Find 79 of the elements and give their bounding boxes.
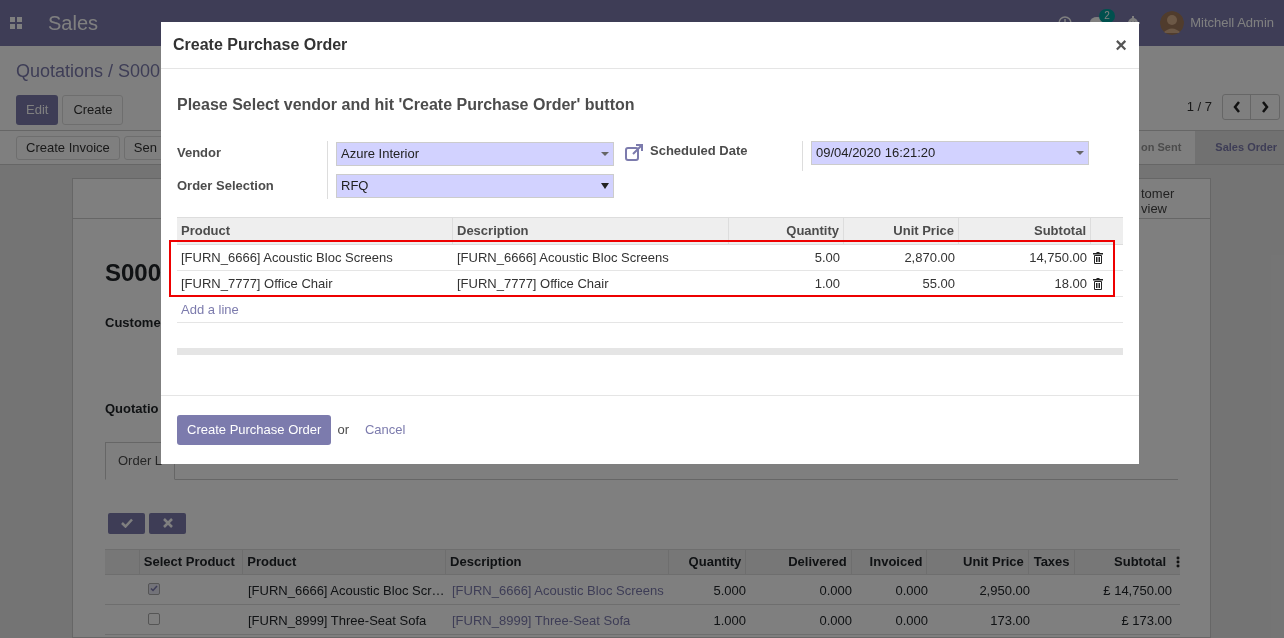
- vendor-select[interactable]: Azure Interior: [336, 142, 614, 166]
- column-header[interactable]: Description: [446, 549, 669, 574]
- discard-button[interactable]: [149, 512, 186, 534]
- check-icon: [150, 585, 158, 592]
- dialog-subtitle: Please Select vendor and hit 'Create Purchase Order' button: [177, 95, 636, 115]
- table-cell: [FURN_6666] Acoustic Bloc Screens: [181, 249, 393, 265]
- external-link-icon[interactable]: [625, 144, 644, 161]
- checkbox[interactable]: [148, 582, 160, 595]
- column-header[interactable]: Delivered: [746, 549, 852, 574]
- column-header[interactable]: Subtotal: [1074, 549, 1171, 574]
- close-button[interactable]: ×: [1115, 35, 1127, 55]
- table-cell: 173.00: [990, 612, 1030, 628]
- caret-icon: [601, 183, 609, 189]
- table-cell: [FURN_6666] Acoustic Bloc Screens: [457, 249, 669, 265]
- table-cell: [FURN_7777] Office Chair: [181, 275, 333, 291]
- avatar: [1160, 11, 1185, 35]
- edit-button[interactable]: Edit: [16, 95, 59, 125]
- column-header[interactable]: Unit Price: [927, 549, 1029, 574]
- table-cell: 14,750.00: [1029, 249, 1087, 265]
- table-cell: 5.000: [713, 582, 746, 598]
- table-cell: 2,870.00: [904, 249, 955, 265]
- order-selection-select[interactable]: RFQ: [336, 174, 614, 198]
- field-label: Custome: [105, 314, 161, 332]
- field-label: Vendor: [177, 144, 223, 162]
- add-line-link[interactable]: Add a line: [181, 299, 239, 320]
- or-text: or: [337, 421, 349, 440]
- field-label: Order Selection: [177, 177, 275, 195]
- table-cell: [FURN_7777] Office Chair: [457, 275, 609, 291]
- field-label: Scheduled Date: [650, 142, 749, 160]
- column-header[interactable]: Invoiced: [851, 549, 928, 574]
- chevron-left-icon: [1232, 101, 1241, 113]
- create-purchase-order-button[interactable]: Create Purchase Order: [177, 415, 332, 445]
- column-header[interactable]: Product: [177, 218, 453, 244]
- cancel-link[interactable]: Cancel: [364, 420, 406, 440]
- table-cell: 0.000: [895, 612, 928, 628]
- close-icon: [162, 518, 173, 528]
- record-title: S000: [105, 258, 162, 288]
- table-cell: 0.000: [895, 582, 928, 598]
- more-icon: [1176, 555, 1180, 568]
- caret-icon: [1076, 151, 1084, 155]
- column-header[interactable]: Select Product: [139, 549, 244, 574]
- dialog-title: Create Purchase Order: [173, 35, 348, 55]
- app-title: Sales: [48, 11, 99, 36]
- pager-text: 1 / 7: [1186, 98, 1212, 117]
- table-cell: 18.00: [1054, 275, 1087, 291]
- column-header[interactable]: Unit Price: [844, 218, 959, 244]
- table-cell: 0.000: [819, 612, 852, 628]
- statusbar-button[interactable]: Create Invoice: [16, 135, 120, 160]
- confirm-button[interactable]: [108, 512, 145, 534]
- caret-icon: [601, 152, 609, 156]
- user-name[interactable]: Mitchell Admin: [1190, 13, 1274, 33]
- checkbox[interactable]: [148, 612, 160, 625]
- table-cell: 0.000: [819, 582, 852, 598]
- date-field[interactable]: 09/04/2020 16:21:20: [811, 141, 1089, 165]
- column-header[interactable]: Product: [243, 549, 447, 574]
- column-header[interactable]: Quantity: [668, 549, 747, 574]
- table-cell: 55.00: [922, 275, 955, 291]
- trash-icon[interactable]: [1093, 251, 1103, 264]
- table-cell: 1.00: [814, 275, 840, 291]
- table-cell: [FURN_6666] Acoustic Bloc Screens: [452, 582, 664, 598]
- chevron-right-icon: [1261, 101, 1269, 113]
- apps-icon[interactable]: [10, 17, 22, 29]
- create-button[interactable]: Create: [62, 95, 124, 125]
- table-cell: [FURN_8999] Three-Seat Sofa: [248, 612, 427, 628]
- column-header[interactable]: Taxes: [1028, 549, 1075, 574]
- column-header[interactable]: Subtotal: [959, 218, 1091, 244]
- table-cell: [FURN_8999] Three-Seat Sofa: [452, 612, 631, 628]
- table-cell: £ 173.00: [1121, 612, 1172, 628]
- table-cell: 1.000: [713, 612, 746, 628]
- notification-badge: 2: [1099, 9, 1115, 23]
- table-cell: £ 14,750.00: [1103, 582, 1172, 598]
- table-cell: 2,950.00: [979, 582, 1030, 598]
- check-icon: [120, 518, 133, 528]
- table-cell: [FURN_6666] Acoustic Bloc Scr…: [248, 582, 445, 598]
- trash-icon[interactable]: [1093, 277, 1103, 290]
- field-label: Quotatio: [105, 399, 159, 418]
- column-header[interactable]: Description: [453, 218, 729, 244]
- column-header[interactable]: Quantity: [729, 218, 844, 244]
- table-cell: 5.00: [814, 249, 840, 265]
